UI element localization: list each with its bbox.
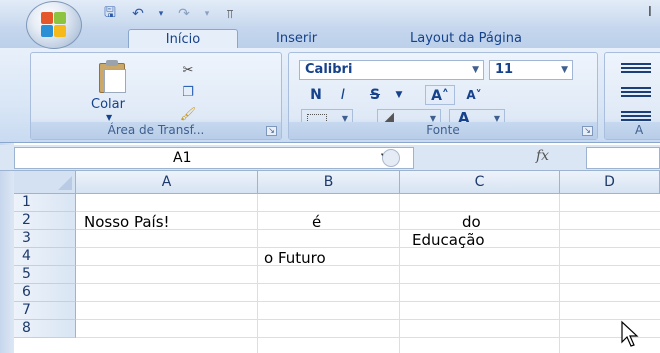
cut-icon[interactable]: ✂ <box>177 61 199 79</box>
insert-function-icon[interactable]: fx <box>536 148 549 164</box>
select-all-button[interactable] <box>14 171 76 194</box>
grow-font-button[interactable]: A˄ <box>425 85 455 105</box>
ribbon: Colar ▼ ✂ ❐ 🖌 Área de Transf... ↘ Calibr… <box>0 48 660 143</box>
chevron-down-icon: ▼ <box>472 65 479 75</box>
align-top-icon[interactable] <box>621 63 651 75</box>
italic-button[interactable]: I <box>333 85 353 105</box>
row-header-8[interactable]: 8 <box>14 320 76 338</box>
chevron-down-icon: ▼ <box>561 65 568 75</box>
font-size-select[interactable]: 11 ▼ <box>489 60 573 80</box>
worksheet-grid: A B C D 1 2 3 4 5 6 7 8 Nosso País! é do… <box>0 171 660 353</box>
office-button[interactable] <box>26 1 82 49</box>
shrink-font-button[interactable]: A˅ <box>459 85 489 105</box>
mouse-pointer-icon <box>621 320 639 347</box>
row-header-3[interactable]: 3 <box>14 230 76 248</box>
save-icon[interactable]: 🖫 <box>100 5 120 23</box>
row-header-2[interactable]: 2 <box>14 212 76 230</box>
font-size-value: 11 <box>495 62 514 77</box>
office-logo-icon <box>41 12 67 38</box>
name-box[interactable]: A1 ▼ <box>14 147 414 169</box>
clipboard-group-label: Área de Transf... <box>31 122 281 139</box>
font-launcher-icon[interactable]: ↘ <box>582 126 593 136</box>
underline-button[interactable]: S <box>361 85 389 105</box>
clipboard-group: Colar ▼ ✂ ❐ 🖌 Área de Transf... ↘ <box>30 52 282 140</box>
name-box-value: A1 <box>173 150 192 166</box>
tab-layout-da-pagina[interactable]: Layout da Página <box>410 29 522 49</box>
redo-dropdown-icon[interactable]: ▾ <box>202 5 212 23</box>
customize-qat-icon[interactable]: ⫪ <box>220 5 240 23</box>
formula-bar: A1 ▼ fx <box>0 145 660 171</box>
column-header-a[interactable]: A <box>76 171 258 194</box>
row-header-5[interactable]: 5 <box>14 266 76 284</box>
tab-inicio[interactable]: Início <box>128 29 238 49</box>
quick-access-toolbar: 🖫 ↶ ▾ ↷ ▾ ⫪ <box>100 4 240 24</box>
paste-dropdown-icon[interactable]: ▼ <box>106 113 112 122</box>
format-painter-icon[interactable]: 🖌 <box>177 105 199 123</box>
formula-input[interactable] <box>586 147 660 169</box>
formula-area: fx <box>380 147 660 169</box>
formula-bar-handle[interactable] <box>382 149 400 167</box>
column-header-d[interactable]: D <box>560 171 660 194</box>
cell-c3[interactable]: Educação <box>412 232 485 249</box>
undo-dropdown-icon[interactable]: ▾ <box>156 5 166 23</box>
alignment-group-label: A <box>605 122 660 139</box>
font-name-select[interactable]: Calibri ▼ <box>299 60 484 80</box>
undo-icon[interactable]: ↶ <box>128 5 148 23</box>
column-header-b[interactable]: B <box>258 171 400 194</box>
copy-icon[interactable]: ❐ <box>177 83 199 101</box>
font-group-label: Fonte <box>289 122 597 139</box>
cell-b4[interactable]: o Futuro <box>264 250 326 267</box>
cell-c2[interactable]: do <box>462 214 481 231</box>
font-name-value: Calibri <box>305 62 353 77</box>
row-header-6[interactable]: 6 <box>14 284 76 302</box>
clipboard-launcher-icon[interactable]: ↘ <box>266 126 277 136</box>
paste-button[interactable]: Colar <box>91 97 125 112</box>
title-bar: 🖫 ↶ ▾ ↷ ▾ ⫪ I <box>0 0 660 26</box>
ribbon-tabs: Início Inserir Layout da Página <box>0 26 660 49</box>
row-header-7[interactable]: 7 <box>14 302 76 320</box>
align-left-icon[interactable] <box>621 87 651 99</box>
window-title: I <box>648 5 652 20</box>
row-header-1[interactable]: 1 <box>14 194 76 212</box>
cell-b2[interactable]: é <box>312 214 321 231</box>
paste-icon[interactable] <box>95 59 129 95</box>
alignment-group: A <box>604 52 660 140</box>
font-group: Calibri ▼ 11 ▼ N I S ▼ A˄ A˅ ▼ ◢ ▼ A ▼ F… <box>288 52 598 140</box>
underline-dropdown-icon[interactable]: ▼ <box>391 85 407 105</box>
cell-a2[interactable]: Nosso País! <box>84 214 170 231</box>
bold-button[interactable]: N <box>303 85 329 105</box>
column-header-c[interactable]: C <box>400 171 560 194</box>
row-header-4[interactable]: 4 <box>14 248 76 266</box>
redo-icon[interactable]: ↷ <box>174 5 194 23</box>
tab-inserir[interactable]: Inserir <box>276 29 317 49</box>
